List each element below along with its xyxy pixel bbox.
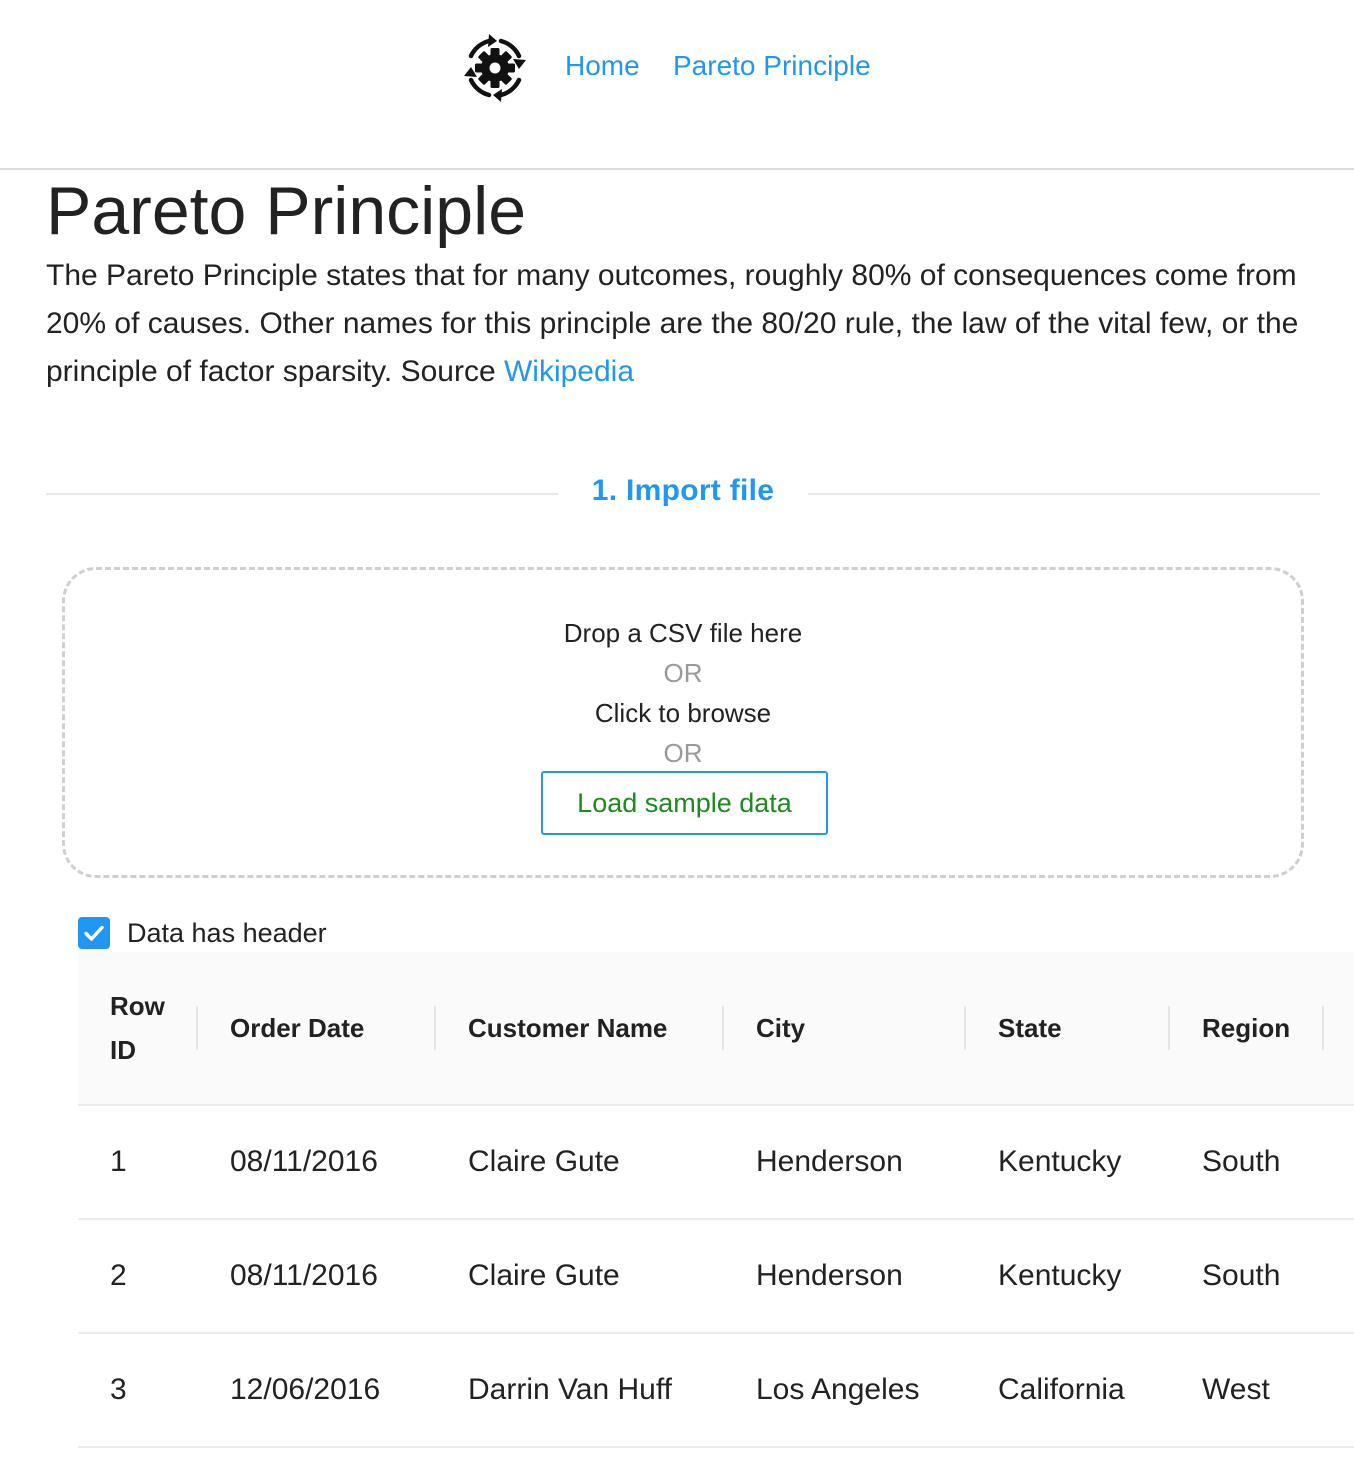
- table-cell: Kentucky: [998, 1145, 1122, 1178]
- column-header[interactable]: State: [998, 952, 1062, 1104]
- import-section-header: 1. Import file: [46, 470, 1320, 516]
- divider-line-right: [808, 493, 1320, 495]
- column-resize-handle[interactable]: [1168, 1006, 1170, 1050]
- table-cell: 1: [110, 1145, 127, 1178]
- table-cell: Los Angeles: [756, 1373, 920, 1406]
- csv-dropzone[interactable]: Drop a CSV file here OR Click to browse …: [62, 567, 1304, 878]
- column-resize-handle[interactable]: [196, 1006, 198, 1050]
- table-cell: Kentucky: [998, 1259, 1122, 1292]
- column-header[interactable]: Region: [1202, 952, 1290, 1104]
- table-cell: 08/11/2016: [230, 1259, 378, 1292]
- header-checkbox[interactable]: [78, 917, 110, 949]
- column-header[interactable]: City: [756, 952, 805, 1104]
- table-cell: Henderson: [756, 1145, 903, 1178]
- table-cell: California: [998, 1373, 1125, 1406]
- table-cell: South: [1202, 1145, 1281, 1178]
- table-cell: 08/11/2016: [230, 1145, 378, 1178]
- column-header[interactable]: Customer Name: [468, 952, 667, 1104]
- table-row: 1 08/11/2016 Claire Gute Henderson Kentu…: [78, 1106, 1354, 1220]
- column-header[interactable]: Row ID: [110, 952, 180, 1104]
- or-separator: OR: [663, 738, 703, 768]
- nav-home-link[interactable]: Home: [565, 50, 640, 82]
- top-navbar: Home Pareto Principle: [0, 0, 1354, 170]
- table-cell: Darrin Van Huff: [468, 1373, 672, 1406]
- table-header: Row ID Order Date Customer Name City Sta…: [78, 952, 1354, 1106]
- table-cell: 2: [110, 1259, 127, 1292]
- load-sample-data-button[interactable]: Load sample data: [541, 771, 828, 835]
- table-cell: Claire Gute: [468, 1145, 620, 1178]
- table-row: 3 12/06/2016 Darrin Van Huff Los Angeles…: [78, 1334, 1354, 1448]
- data-preview-table: Row ID Order Date Customer Name City Sta…: [78, 952, 1354, 1466]
- table-cell: 12/06/2016: [230, 1373, 381, 1406]
- column-resize-handle[interactable]: [722, 1006, 724, 1050]
- table-cell: 3: [110, 1373, 127, 1406]
- wikipedia-link[interactable]: Wikipedia: [504, 355, 634, 388]
- column-resize-handle[interactable]: [1322, 1006, 1324, 1050]
- gear-cycle-icon[interactable]: [457, 30, 533, 106]
- check-icon: [84, 925, 104, 941]
- column-resize-handle[interactable]: [434, 1006, 436, 1050]
- table-cell: Henderson: [756, 1259, 903, 1292]
- intro-paragraph: The Pareto Principle states that for man…: [46, 252, 1326, 396]
- or-separator: OR: [663, 658, 703, 688]
- column-resize-handle[interactable]: [964, 1006, 966, 1050]
- data-has-header-toggle[interactable]: Data has header: [78, 916, 327, 950]
- import-section-title: 1. Import file: [591, 474, 775, 507]
- table-cell: West: [1202, 1373, 1270, 1406]
- drop-instruction: Drop a CSV file here: [563, 618, 803, 648]
- column-header[interactable]: Order Date: [230, 952, 364, 1104]
- table-cell: South: [1202, 1259, 1281, 1292]
- page-title: Pareto Principle: [46, 173, 527, 249]
- intro-text: The Pareto Principle states that for man…: [46, 259, 1299, 388]
- table-cell: Claire Gute: [468, 1259, 620, 1292]
- header-checkbox-label: Data has header: [127, 917, 327, 948]
- nav-pareto-link[interactable]: Pareto Principle: [673, 50, 871, 82]
- browse-instruction[interactable]: Click to browse: [65, 698, 1301, 729]
- table-row: 2 08/11/2016 Claire Gute Henderson Kentu…: [78, 1220, 1354, 1334]
